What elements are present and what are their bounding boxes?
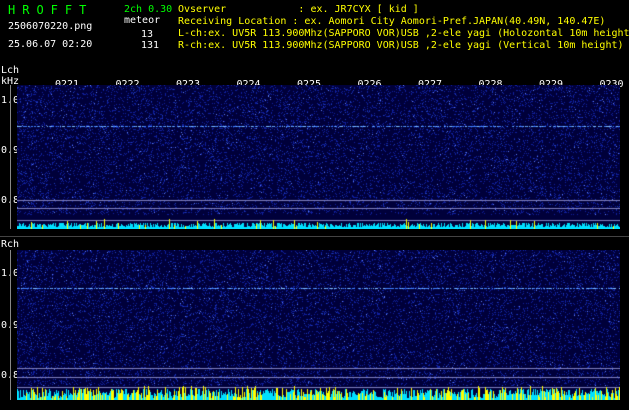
rch-waterfall xyxy=(17,250,620,400)
rch-spectrogram xyxy=(17,250,620,400)
lch-meteor-count: 13 xyxy=(141,29,154,40)
rch-description: R-ch:ex. UV5R 113.900Mhz(SAPPORO VOR)USB… xyxy=(178,40,624,51)
channel-separator xyxy=(0,236,629,237)
datetime-label: 25.06.07 02:20 xyxy=(8,39,93,50)
version-label: 2ch 0.30 xyxy=(124,4,173,15)
rch-meteor-count: 131 xyxy=(141,40,160,51)
lch-spectrogram xyxy=(17,85,620,229)
lch-label: Lch xyxy=(1,65,20,76)
lch-waterfall xyxy=(17,85,620,229)
location-line: Receiving Location : ex. Aomori City Aom… xyxy=(178,16,606,27)
rch-label: Rch xyxy=(1,239,20,250)
meteor-label: meteor xyxy=(124,15,161,26)
rch-axis-line xyxy=(10,250,11,400)
filename-label: 2506070220.png xyxy=(8,21,93,32)
lch-description: L-ch:ex. UV5R 113.900Mhz(SAPPORO VOR)USB… xyxy=(178,28,629,39)
app-title: HROFFT xyxy=(8,3,94,17)
observer-line: Ovserver : ex. JR7CYX [ kid ] xyxy=(178,4,419,15)
lch-axis-line xyxy=(10,85,11,229)
